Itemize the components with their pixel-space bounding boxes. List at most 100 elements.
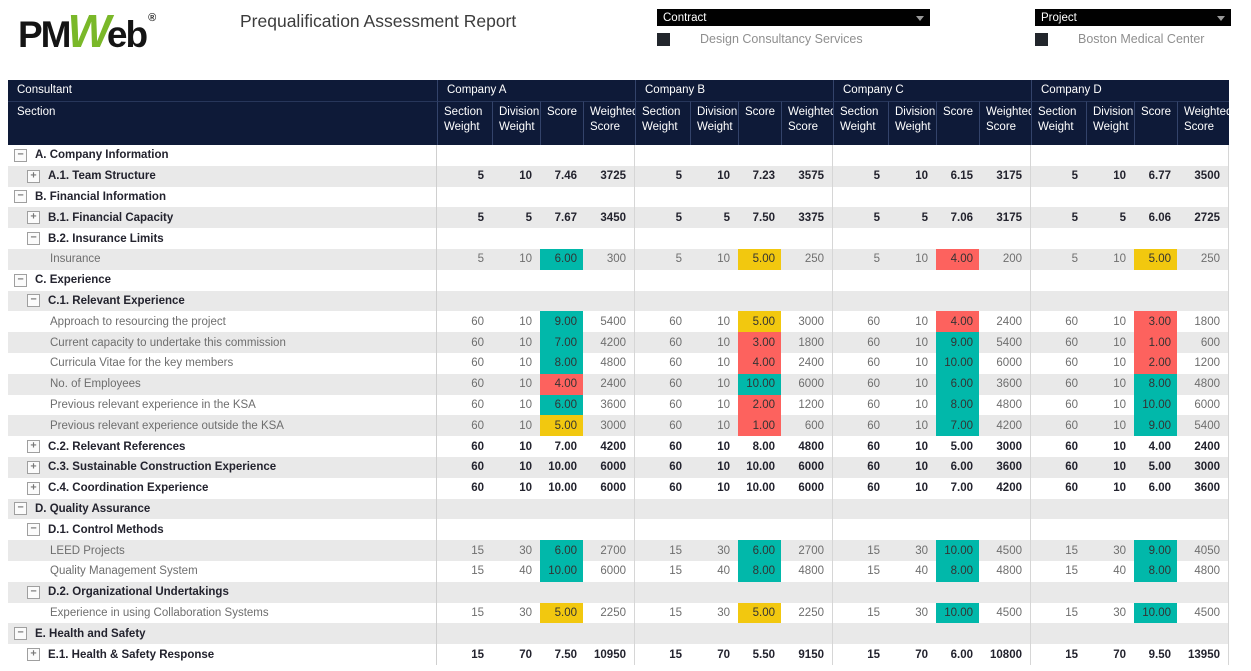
section-weight-cell: 15 — [1031, 603, 1086, 624]
chevron-down-icon[interactable] — [916, 16, 924, 21]
checkbox-icon[interactable] — [1035, 33, 1048, 46]
collapse-toggle-icon[interactable]: − — [14, 190, 27, 203]
division-weight-cell: 30 — [888, 603, 936, 624]
collapse-toggle-icon[interactable]: − — [14, 274, 27, 287]
score-cell — [738, 499, 781, 520]
division-weight-cell: 10 — [888, 353, 936, 374]
weighted-score-cell — [1177, 270, 1229, 291]
score-cell: 6.06 — [1134, 207, 1177, 228]
section-weight-cell: 5 — [437, 207, 492, 228]
score-cell: 10.00 — [936, 540, 979, 561]
collapse-toggle-icon[interactable]: − — [27, 586, 40, 599]
section-weight-cell: 15 — [1031, 561, 1086, 582]
collapse-toggle-icon[interactable]: − — [14, 149, 27, 162]
expand-toggle-icon[interactable]: + — [27, 461, 40, 474]
division-weight-cell: 30 — [888, 540, 936, 561]
division-weight-cell: 10 — [888, 478, 936, 499]
score-header: Score — [1134, 101, 1177, 145]
checkbox-icon[interactable] — [657, 33, 670, 46]
weighted-score-cell — [979, 228, 1031, 249]
score-cell: 4.00 — [936, 249, 979, 270]
section-label: E.1. Health & Safety Response — [48, 649, 214, 661]
expand-toggle-icon[interactable]: + — [27, 648, 40, 661]
weighted-score-cell — [1177, 291, 1229, 312]
section-label: Quality Management System — [50, 565, 198, 577]
division-weight-header: Division Weight — [888, 101, 936, 145]
score-cell: 7.67 — [540, 207, 583, 228]
score-cell — [936, 270, 979, 291]
section-weight-cell: 60 — [635, 395, 690, 416]
weighted-score-cell — [1177, 623, 1229, 644]
score-cell — [738, 519, 781, 540]
division-weight-cell: 10 — [690, 166, 738, 187]
weighted-score-cell — [979, 499, 1031, 520]
weighted-score-cell: 4800 — [781, 561, 833, 582]
division-weight-cell — [1086, 228, 1134, 249]
division-weight-cell — [492, 270, 540, 291]
weighted-score-cell — [781, 145, 833, 166]
chevron-down-icon[interactable] — [1217, 16, 1225, 21]
expand-toggle-icon[interactable]: + — [27, 482, 40, 495]
division-weight-cell — [492, 623, 540, 644]
score-cell — [936, 187, 979, 208]
weighted-score-header: Weighted Score — [781, 101, 833, 145]
section-weight-cell: 5 — [833, 207, 888, 228]
weighted-score-cell — [979, 291, 1031, 312]
division-weight-cell — [492, 291, 540, 312]
table-row: −B. Financial Information — [8, 187, 1229, 208]
score-cell — [540, 145, 583, 166]
project-slicer-header[interactable]: Project — [1035, 9, 1231, 26]
collapse-toggle-icon[interactable]: − — [27, 523, 40, 536]
section-cell: Previous relevant experience outside the… — [8, 415, 437, 436]
score-cell — [1134, 270, 1177, 291]
weighted-score-cell: 6000 — [781, 478, 833, 499]
section-weight-cell: 15 — [437, 561, 492, 582]
weighted-score-header: Weighted Score — [583, 101, 635, 145]
section-weight-cell: 60 — [833, 353, 888, 374]
collapse-toggle-icon[interactable]: − — [14, 627, 27, 640]
section-weight-cell — [1031, 582, 1086, 603]
weighted-score-cell — [583, 187, 635, 208]
contract-slicer-header[interactable]: Contract — [657, 9, 930, 26]
division-weight-cell — [492, 228, 540, 249]
collapse-toggle-icon[interactable]: − — [27, 294, 40, 307]
section-weight-cell — [635, 623, 690, 644]
weighted-score-cell: 4200 — [583, 436, 635, 457]
weighted-score-cell — [781, 623, 833, 644]
score-cell: 8.00 — [936, 561, 979, 582]
weighted-score-cell: 3000 — [1177, 457, 1229, 478]
project-slicer-option[interactable]: Boston Medical Center — [1035, 32, 1231, 46]
weighted-score-cell: 13950 — [1177, 644, 1229, 665]
score-cell: 6.77 — [1134, 166, 1177, 187]
collapse-toggle-icon[interactable]: − — [27, 232, 40, 245]
score-cell: 6.00 — [540, 249, 583, 270]
expand-toggle-icon[interactable]: + — [27, 170, 40, 183]
division-weight-cell: 10 — [1086, 249, 1134, 270]
score-cell — [936, 499, 979, 520]
division-weight-cell: 30 — [492, 540, 540, 561]
project-slicer-label: Project — [1041, 12, 1077, 24]
section-weight-cell: 5 — [437, 249, 492, 270]
section-weight-cell: 5 — [635, 249, 690, 270]
weighted-score-header: Weighted Score — [979, 101, 1031, 145]
section-cell: Previous relevant experience in the KSA — [8, 395, 437, 416]
expand-toggle-icon[interactable]: + — [27, 211, 40, 224]
section-label: C.1. Relevant Experience — [48, 295, 185, 307]
contract-slicer-option[interactable]: Design Consultancy Services — [657, 32, 930, 46]
division-weight-cell — [492, 187, 540, 208]
score-cell — [540, 623, 583, 644]
weighted-score-cell — [979, 623, 1031, 644]
section-weight-cell: 5 — [833, 249, 888, 270]
weighted-score-cell — [583, 291, 635, 312]
section-weight-cell: 60 — [635, 415, 690, 436]
division-weight-cell — [1086, 270, 1134, 291]
score-cell — [738, 228, 781, 249]
weighted-score-cell — [1177, 187, 1229, 208]
collapse-toggle-icon[interactable]: − — [14, 502, 27, 515]
weighted-score-cell: 3000 — [583, 415, 635, 436]
section-weight-cell: 60 — [1031, 415, 1086, 436]
section-weight-cell: 60 — [1031, 374, 1086, 395]
section-weight-cell: 60 — [1031, 395, 1086, 416]
table-row: −D. Quality Assurance — [8, 499, 1229, 520]
expand-toggle-icon[interactable]: + — [27, 440, 40, 453]
